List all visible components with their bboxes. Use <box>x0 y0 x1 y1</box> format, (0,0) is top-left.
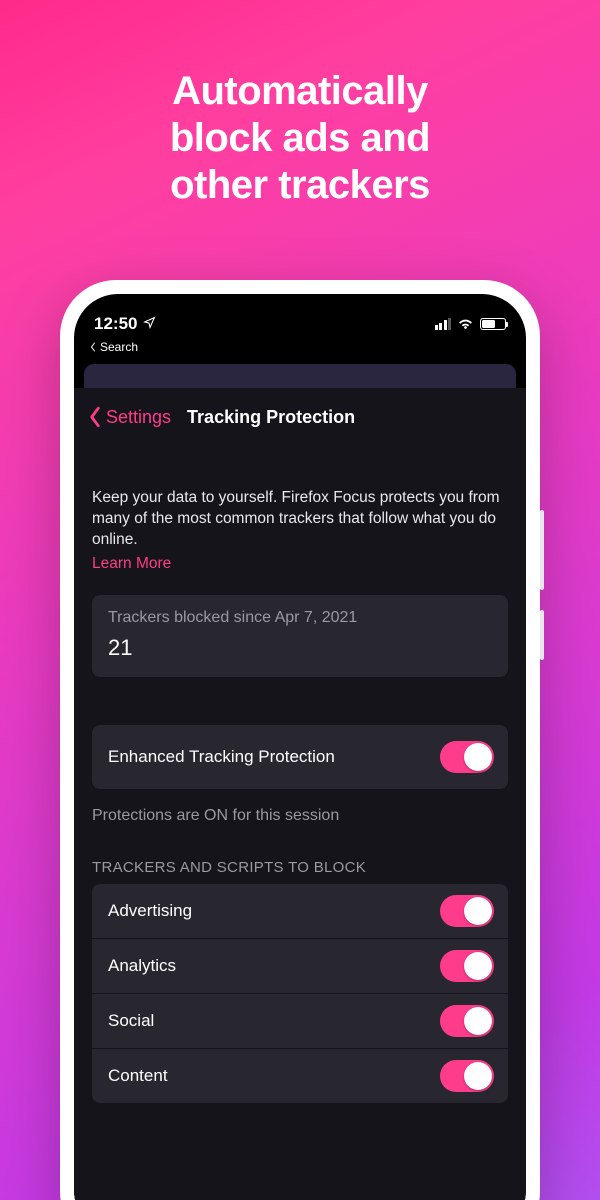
url-bar[interactable] <box>84 364 516 388</box>
back-label: Settings <box>106 407 171 428</box>
trackers-blocked-card: Trackers blocked since Apr 7, 2021 21 <box>92 595 508 677</box>
nav-header: Settings Tracking Protection <box>74 388 526 440</box>
block-row-advertising: Advertising <box>92 884 508 939</box>
status-time: 12:50 <box>94 314 137 334</box>
learn-more-link[interactable]: Learn More <box>92 555 171 573</box>
block-row-analytics: Analytics <box>92 939 508 994</box>
battery-icon <box>480 318 506 330</box>
block-label: Social <box>108 1011 154 1031</box>
wifi-icon <box>457 314 474 334</box>
cellular-icon <box>435 318 452 330</box>
etp-toggle[interactable] <box>440 741 494 773</box>
advertising-toggle[interactable] <box>440 895 494 927</box>
promo-headline: Automatically block ads and other tracke… <box>0 0 600 210</box>
page-title: Tracking Protection <box>187 407 355 428</box>
phone-side-button <box>540 610 544 660</box>
etp-row: Enhanced Tracking Protection <box>92 725 508 789</box>
location-icon <box>143 314 156 334</box>
block-list: Advertising Analytics Social Content <box>92 884 508 1103</box>
block-row-social: Social <box>92 994 508 1049</box>
block-row-content: Content <box>92 1049 508 1103</box>
content-toggle[interactable] <box>440 1060 494 1092</box>
phone-frame: 12:50 Search Settings Tra <box>60 280 540 1200</box>
trackers-blocked-label: Trackers blocked since Apr 7, 2021 <box>108 609 492 627</box>
social-toggle[interactable] <box>440 1005 494 1037</box>
phone-screen: 12:50 Search Settings Tra <box>74 294 526 1200</box>
intro-text: Keep your data to yourself. Firefox Focu… <box>92 440 508 551</box>
block-label: Analytics <box>108 956 176 976</box>
etp-status: Protections are ON for this session <box>92 807 508 825</box>
block-label: Content <box>108 1066 168 1086</box>
phone-side-button <box>540 510 544 590</box>
status-bar: 12:50 <box>74 294 526 338</box>
breadcrumb-back[interactable]: Search <box>74 338 526 360</box>
block-section-header: TRACKERS AND SCRIPTS TO BLOCK <box>92 859 508 876</box>
block-label: Advertising <box>108 901 192 921</box>
analytics-toggle[interactable] <box>440 950 494 982</box>
trackers-blocked-count: 21 <box>108 635 492 661</box>
breadcrumb-label: Search <box>100 340 138 354</box>
settings-content: Keep your data to yourself. Firefox Focu… <box>74 440 526 1200</box>
back-button[interactable]: Settings <box>86 406 171 428</box>
etp-label: Enhanced Tracking Protection <box>108 747 335 767</box>
